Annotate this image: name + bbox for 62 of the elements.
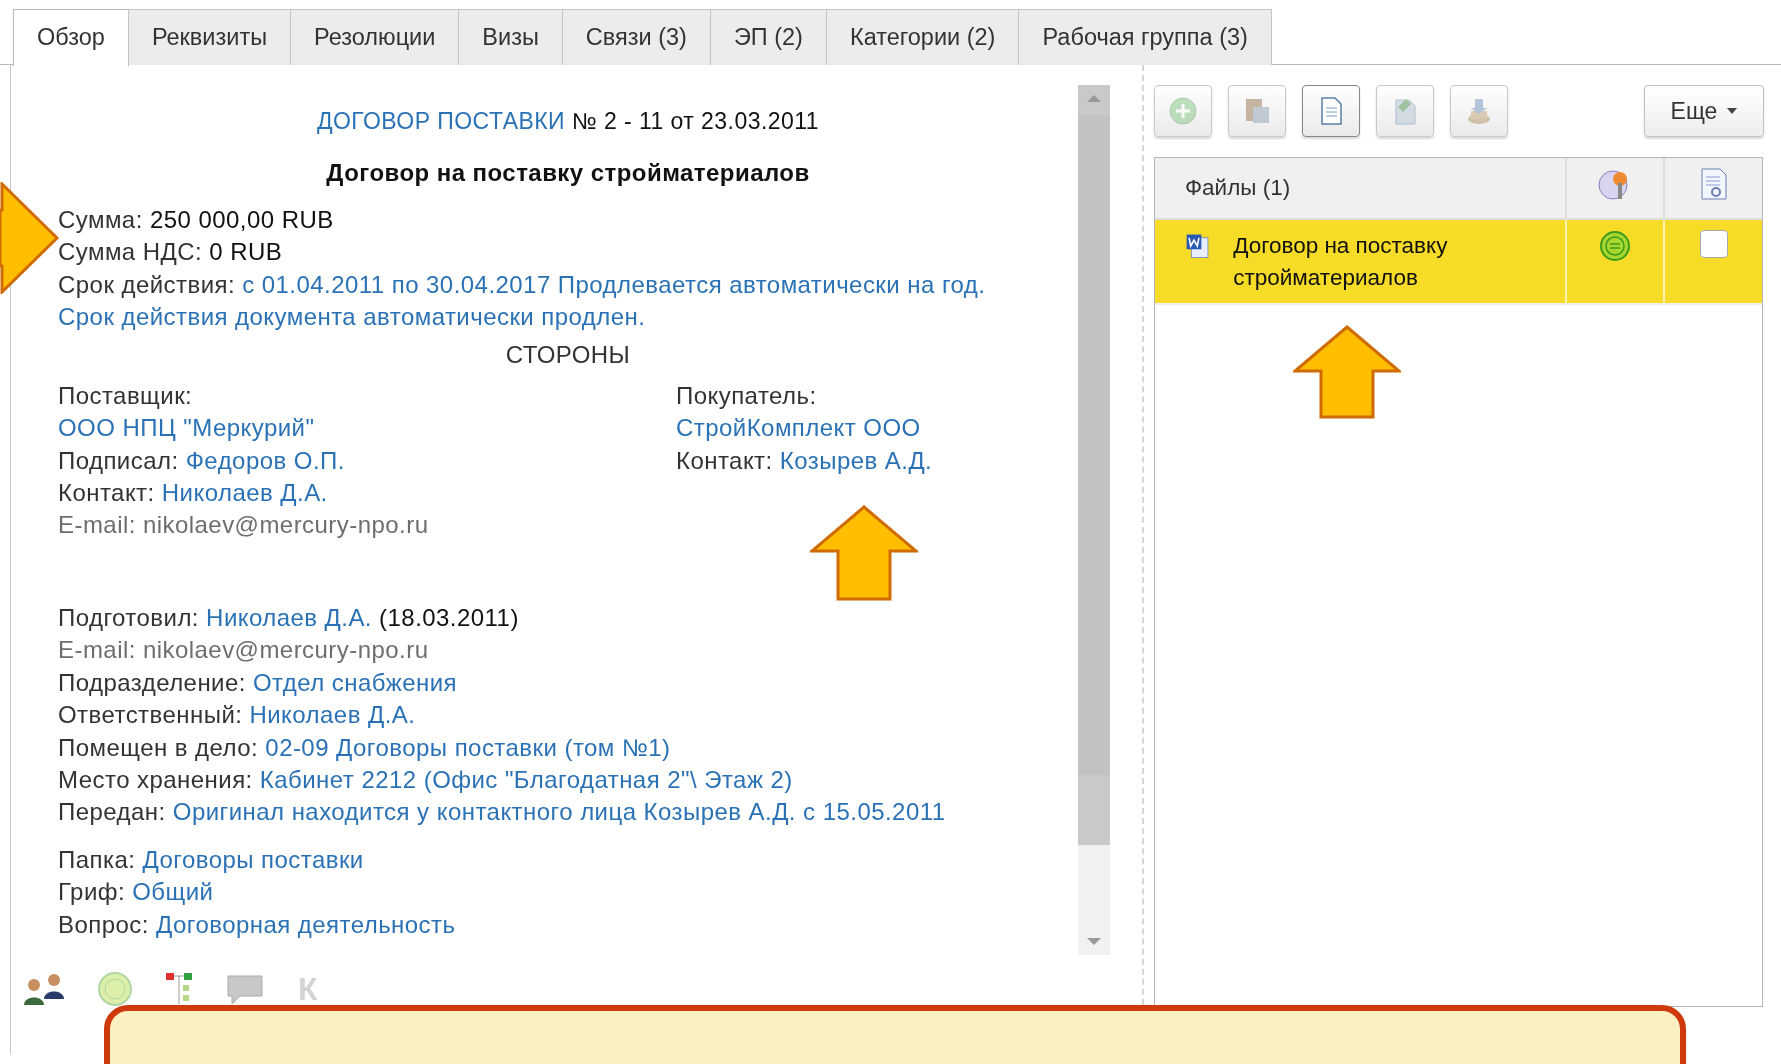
tab[interactable]: Рабочая группа (3) [1018, 9, 1272, 65]
info-line: E-mail: nikolaev@mercury-npo.ru [58, 635, 430, 666]
file-name: Договор на поставку стройматериалов [1233, 232, 1449, 292]
info-line: Поставщик: [58, 380, 194, 411]
more-button[interactable]: Еще [1644, 85, 1764, 137]
info-line: E-mail: nikolaev@mercury-npo.ru [58, 510, 430, 541]
info-line: Контакт: Николаев Д.А. [58, 478, 329, 509]
info-line: Подготовил: Николаев Д.А. (18.03.2011) [58, 602, 520, 633]
info-line: Ответственный: Николаев Д.А. [58, 700, 417, 731]
link[interactable]: с 01.04.2011 по 30.04.2017 Продлевается автоматически на год. [242, 270, 986, 298]
link[interactable]: ООО НПЦ "Меркурий" [58, 412, 315, 445]
column-header: Файлы (1) [1185, 174, 1291, 203]
link[interactable]: Федоров О.П. [185, 446, 345, 474]
info-line: Покупатель: [676, 380, 818, 411]
link[interactable]: Оригинал находится у контактного лица Козырев А.Д. с 15.05.2011 [172, 798, 946, 826]
file-row[interactable]: Договор на поставку стройматериалов [1155, 220, 1762, 305]
scroll-up-icon[interactable] [1087, 95, 1101, 102]
tab[interactable]: Обзор [13, 9, 129, 66]
checkbox[interactable] [1699, 230, 1728, 258]
info-line: Сумма: 250 000,00 RUB [58, 204, 335, 235]
info-line: Передан: Оригинал находится у контактного лица Козырев А.Д. с 15.05.2011 [58, 797, 947, 828]
scrollbar[interactable] [1078, 85, 1110, 955]
info-line: Папка: Договоры поставки [58, 844, 365, 875]
info-line: Помещен в дело: 02-09 Договоры поставки (том №1) [58, 732, 672, 763]
caret-icon [1727, 108, 1738, 114]
status-icon [1599, 230, 1631, 262]
scroll-down-icon[interactable] [1087, 938, 1101, 945]
link[interactable]: ДОГОВОР ПОСТАВКИ [317, 108, 566, 134]
toolbar-button[interactable] [1302, 85, 1360, 137]
link[interactable]: Срок действия документа автоматически продлен. [58, 301, 646, 334]
link[interactable]: Козырев А.Д. [779, 446, 933, 474]
add-icon [1167, 95, 1199, 127]
link[interactable]: Николаев Д.А. [206, 603, 372, 631]
link[interactable]: 02-09 Договоры поставки (том №1) [265, 733, 671, 761]
tab[interactable]: Резолюции [290, 9, 460, 65]
document-icon [1700, 168, 1727, 200]
link[interactable]: Общий [132, 878, 214, 906]
tab[interactable]: Реквизиты [127, 9, 292, 65]
info-line: Сумма НДС: 0 RUB [58, 237, 284, 268]
link[interactable]: Николаев Д.А. [249, 701, 416, 729]
info-line: Подписал: Федоров О.П. [58, 445, 346, 476]
info-line: Контакт: Козырев А.Д. [676, 445, 933, 476]
info-line: Подразделение: Отдел снабжения [58, 667, 458, 698]
scrollbar-thumb[interactable] [1078, 115, 1110, 775]
tab[interactable]: Визы [458, 9, 563, 65]
info-line: Гриф: Общий [58, 877, 215, 908]
tab[interactable]: ЭП (2) [709, 9, 827, 65]
tab[interactable]: Связи (3) [561, 9, 711, 65]
info-line: Вопрос: Договорная деятельность [58, 909, 457, 940]
link[interactable]: СтройКомплект ООО [676, 412, 921, 445]
link[interactable]: Договоры поставки [142, 845, 364, 873]
link[interactable]: Отдел снабжения [253, 668, 457, 696]
tab[interactable]: Категории (2) [825, 9, 1020, 65]
status-icon[interactable] [96, 970, 134, 1008]
document-subject: Договор на поставку стройматериалов [325, 158, 811, 189]
section-title: СТОРОНЫ [504, 340, 632, 371]
info-line: Срок действия: с 01.04.2011 по 30.04.2017 Продлевается автоматически на год. [58, 269, 987, 300]
link[interactable]: Кабинет 2212 (Офис "Благодатная 2"\ Этаж 2) [259, 765, 793, 793]
info-line: Место хранения: Кабинет 2212 (Офис "Благодатная 2"\ Этаж 2) [58, 764, 794, 795]
link[interactable]: Договорная деятельность [156, 910, 456, 938]
document-title: ДОГОВОР ПОСТАВКИ № 2 - 11 от 23.03.2011 [316, 107, 820, 136]
link[interactable]: Николаев Д.А. [161, 479, 328, 507]
